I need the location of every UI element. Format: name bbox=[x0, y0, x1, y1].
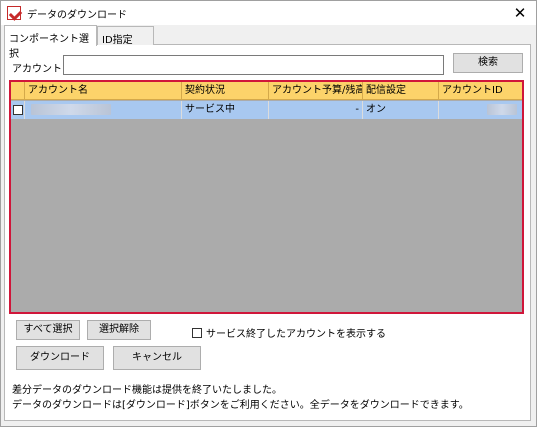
window-title: データのダウンロード bbox=[27, 10, 127, 21]
show-ended-label: サービス終了したアカウントを表示する bbox=[206, 329, 386, 340]
cell-account-name bbox=[25, 101, 182, 119]
title-bar: データのダウンロード ✕ bbox=[1, 1, 536, 25]
tab-component-select[interactable]: コンポーネント選択 bbox=[4, 25, 97, 60]
show-ended-accounts-toggle[interactable]: サービス終了したアカウントを表示する bbox=[192, 325, 386, 340]
app-checkmark-icon bbox=[7, 6, 21, 20]
redacted-account-id bbox=[487, 104, 517, 115]
close-button[interactable]: ✕ bbox=[508, 2, 532, 24]
account-search-label: アカウント bbox=[12, 64, 62, 75]
column-header-budget-balance[interactable]: アカウント予算/残高 bbox=[269, 82, 363, 100]
cell-delivery-setting: オン bbox=[363, 101, 439, 119]
column-header-contract-status[interactable]: 契約状況 bbox=[182, 82, 269, 100]
select-all-button[interactable]: すべて選択 bbox=[16, 320, 80, 340]
deselect-button[interactable]: 選択解除 bbox=[87, 320, 151, 340]
tab-id-specify[interactable]: ID指定 bbox=[97, 26, 154, 46]
cell-account-id bbox=[439, 101, 522, 119]
account-grid: アカウント名 契約状況 アカウント予算/残高 配信設定 アカウントID サービス… bbox=[9, 80, 524, 314]
header-checkbox-column bbox=[11, 82, 25, 100]
cell-budget-balance: - bbox=[269, 101, 363, 119]
row-checkbox[interactable] bbox=[13, 105, 23, 115]
table-row[interactable]: サービス中 - オン bbox=[11, 101, 522, 119]
column-header-account-id[interactable]: アカウントID bbox=[439, 82, 522, 100]
column-header-account-name[interactable]: アカウント名 bbox=[25, 82, 182, 100]
show-ended-checkbox[interactable] bbox=[192, 328, 202, 338]
download-button[interactable]: ダウンロード bbox=[16, 346, 104, 370]
column-header-delivery-setting[interactable]: 配信設定 bbox=[363, 82, 439, 100]
cell-contract-status: サービス中 bbox=[182, 101, 269, 119]
account-search-input[interactable] bbox=[63, 55, 444, 75]
cancel-button[interactable]: キャンセル bbox=[113, 346, 201, 370]
redacted-account-name bbox=[31, 104, 111, 115]
row-checkbox-cell bbox=[11, 101, 25, 119]
notice-line-1: 差分データのダウンロード機能は提供を終了いたしました。 bbox=[12, 385, 282, 396]
notice-line-2: データのダウンロードは[ダウンロード]ボタンをご利用ください。全データをダウンロ… bbox=[12, 400, 469, 411]
grid-header: アカウント名 契約状況 アカウント予算/残高 配信設定 アカウントID bbox=[11, 82, 522, 100]
search-button[interactable]: 検索 bbox=[453, 53, 523, 73]
